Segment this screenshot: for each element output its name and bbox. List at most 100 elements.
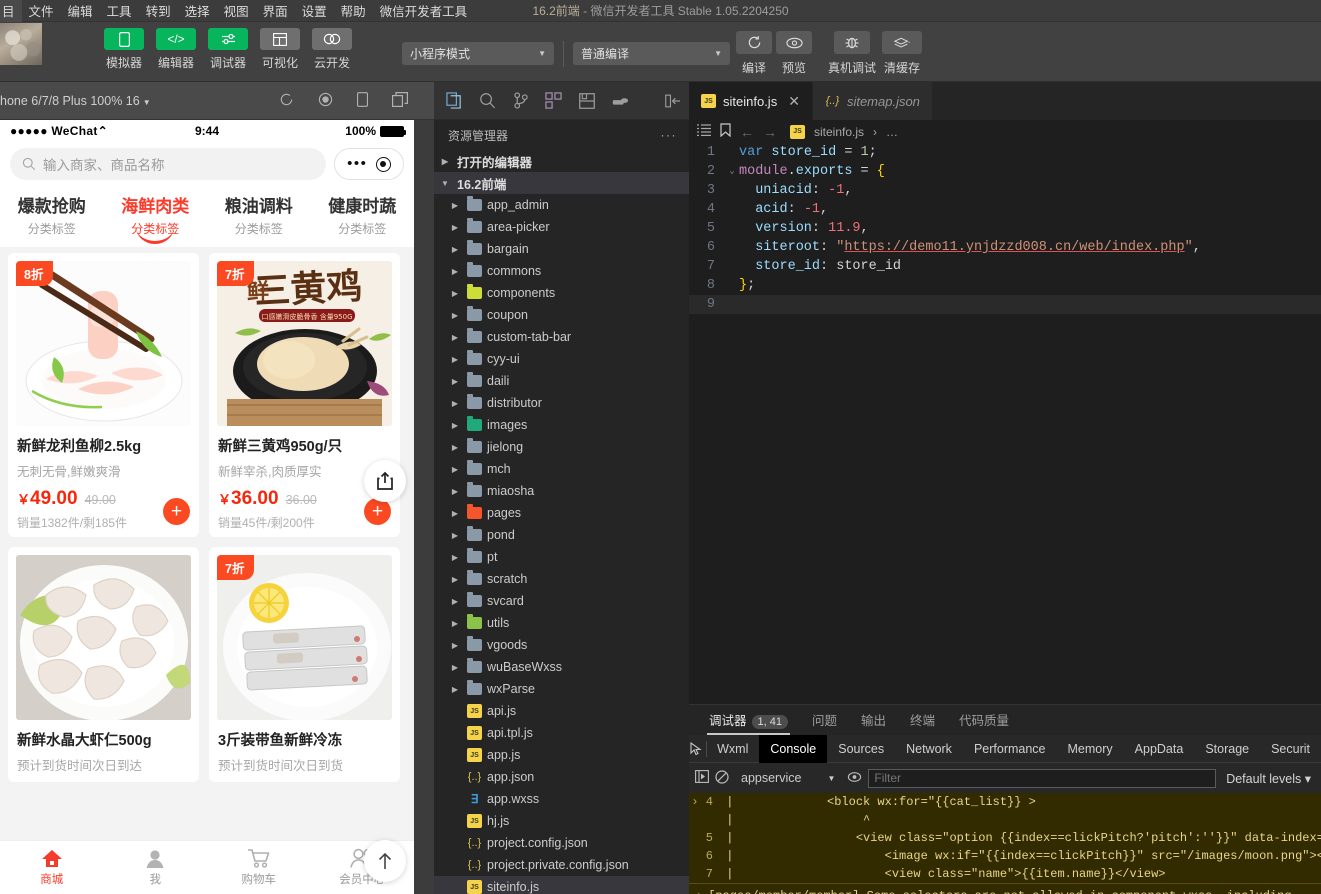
log-levels-selector[interactable]: Default levels ▾ (1222, 771, 1315, 786)
clear-cache-button[interactable] (882, 31, 922, 54)
tree-folder[interactable]: ▶app_admin (434, 194, 689, 216)
menu-item-view[interactable]: 视图 (217, 0, 256, 22)
tree-folder[interactable]: ▶commons (434, 260, 689, 282)
section-open-editors[interactable]: ▶ 打开的编辑器 (434, 150, 689, 172)
console-output[interactable]: › 4 | <block wx:for="{{cat_list}} > | ^5… (689, 793, 1321, 894)
device-icon[interactable] (357, 92, 368, 110)
fold-toggle[interactable] (725, 276, 739, 295)
compile-select[interactable]: 普通编译 ▼ (573, 42, 730, 65)
cloud-dev-button[interactable]: 云开发 (310, 28, 354, 71)
tree-folder[interactable]: ▶jielong (434, 436, 689, 458)
resume-icon[interactable] (695, 770, 709, 786)
tree-folder[interactable]: ▶cyy-ui (434, 348, 689, 370)
tab-mall[interactable]: 商城 (0, 841, 104, 894)
breadcrumb-file[interactable]: siteinfo.js (814, 125, 864, 139)
debug-tab[interactable]: 代码质量 (947, 710, 1021, 735)
tree-folder[interactable]: ▶wuBaseWxss (434, 656, 689, 678)
section-project-root[interactable]: ▼ 16.2前端 (434, 172, 689, 194)
menu-item-edit[interactable]: 编辑 (61, 0, 100, 22)
extensions-icon[interactable] (537, 82, 570, 120)
tree-file[interactable]: ▶JSapi.js (434, 700, 689, 722)
file-tree[interactable]: ▶ 打开的编辑器 ▼ 16.2前端 ▶app_admin▶area-picker… (434, 150, 689, 894)
debug-tab[interactable]: 调试器1, 41 (697, 710, 800, 735)
inspect-element-icon[interactable] (689, 735, 706, 763)
tree-folder[interactable]: ▶area-picker (434, 216, 689, 238)
tree-folder[interactable]: ▶pt (434, 546, 689, 568)
devtools-tab[interactable]: Sources (827, 735, 895, 763)
tree-folder[interactable]: ▶components (434, 282, 689, 304)
tree-file[interactable]: ▶JSsiteinfo.js (434, 876, 689, 894)
tab-profile[interactable]: 我 (104, 841, 208, 894)
tree-folder[interactable]: ▶miaosha (434, 480, 689, 502)
editor-tab-sitemap[interactable]: {..} sitemap.json (813, 82, 933, 120)
debug-tab[interactable]: 问题 (800, 710, 849, 735)
toc-icon[interactable] (697, 124, 711, 139)
menu-item-help[interactable]: 帮助 (334, 0, 373, 22)
debug-tab[interactable]: 输出 (849, 710, 898, 735)
close-icon[interactable]: ✕ (788, 93, 800, 110)
devtools-tab[interactable]: Securit (1260, 735, 1321, 763)
tree-file[interactable]: ▶{..}project.private.config.json (434, 854, 689, 876)
refresh-icon[interactable] (279, 92, 294, 110)
product-list[interactable]: 8折 (0, 247, 414, 840)
menu-item-goto[interactable]: 转到 (139, 0, 178, 22)
avatar[interactable] (0, 23, 42, 65)
menu-item-file[interactable]: 文件 (22, 0, 61, 22)
tree-folder[interactable]: ▶coupon (434, 304, 689, 326)
tree-folder[interactable]: ▶custom-tab-bar (434, 326, 689, 348)
menu-item-interface[interactable]: 界面 (256, 0, 295, 22)
debug-tab[interactable]: 终端 (898, 710, 947, 735)
search-input[interactable]: 输入商家、商品名称 (10, 148, 326, 180)
devtools-tab[interactable]: Memory (1057, 735, 1124, 763)
windows-icon[interactable] (392, 92, 408, 110)
category-tab-1[interactable]: 海鲜肉类 分类标签 (104, 192, 208, 237)
tree-file[interactable]: ▶{..}project.config.json (434, 832, 689, 854)
files-icon[interactable] (438, 82, 471, 120)
simulator-toggle-button[interactable]: 模拟器 (102, 28, 146, 71)
docker-icon[interactable] (603, 82, 636, 120)
fold-toggle[interactable] (725, 295, 739, 314)
tree-folder[interactable]: ▶svcard (434, 590, 689, 612)
tree-folder[interactable]: ▶mch (434, 458, 689, 480)
product-card[interactable]: 新鲜水晶大虾仁500g 预计到货时间次日到达 (8, 547, 199, 782)
back-icon[interactable]: ← (740, 124, 754, 140)
devtools-tab[interactable]: Wxml (706, 735, 759, 763)
category-tab-0[interactable]: 爆款抢购 分类标签 (0, 192, 104, 237)
code-editor[interactable]: 1var store_id = 1;2⌄module.exports = {3 … (689, 143, 1321, 704)
tree-folder[interactable]: ▶scratch (434, 568, 689, 590)
tree-file[interactable]: ▶{..}app.json (434, 766, 689, 788)
visualization-button[interactable]: 可视化 (258, 28, 302, 71)
devtools-tab[interactable]: AppData (1124, 735, 1195, 763)
tree-file[interactable]: ▶JSapi.tpl.js (434, 722, 689, 744)
share-float-button[interactable] (364, 460, 406, 502)
tree-folder[interactable]: ▶images (434, 414, 689, 436)
tree-folder[interactable]: ▶bargain (434, 238, 689, 260)
capsule-buttons[interactable]: ••• (334, 148, 404, 180)
menu-item-project[interactable]: 目 (0, 0, 22, 22)
menu-item-select[interactable]: 选择 (178, 0, 217, 22)
forward-icon[interactable]: → (763, 124, 777, 140)
mode-select[interactable]: 小程序模式 ▼ (402, 42, 554, 65)
fold-toggle[interactable] (725, 219, 739, 238)
fold-toggle[interactable] (725, 143, 739, 162)
fold-toggle[interactable] (725, 200, 739, 219)
devtools-tab[interactable]: Network (895, 735, 963, 763)
console-warning[interactable]: ⚠ [pages/member/member] Some selectors a… (689, 883, 1321, 894)
debugger-toggle-button[interactable]: 调试器 (206, 28, 250, 71)
fold-toggle[interactable]: ⌄ (725, 162, 739, 181)
fold-toggle[interactable] (725, 238, 739, 257)
product-card[interactable]: 7折 (209, 547, 400, 782)
editor-toggle-button[interactable]: </> 编辑器 (154, 28, 198, 71)
tree-folder[interactable]: ▶daili (434, 370, 689, 392)
source-control-icon[interactable] (504, 82, 537, 120)
category-tab-2[interactable]: 粮油调料 分类标签 (207, 192, 311, 237)
menu-item-devtools[interactable]: 微信开发者工具 (373, 0, 475, 22)
compile-button[interactable] (736, 31, 772, 54)
devtools-tab[interactable]: Performance (963, 735, 1057, 763)
category-tab-3[interactable]: 健康时蔬 分类标签 (311, 192, 415, 237)
close-target-icon[interactable] (376, 157, 391, 172)
filter-input[interactable] (868, 769, 1216, 788)
menu-item-tools[interactable]: 工具 (100, 0, 139, 22)
device-selector[interactable]: hone 6/7/8 Plus 100% 16▼ (0, 94, 151, 108)
fold-toggle[interactable] (725, 181, 739, 200)
